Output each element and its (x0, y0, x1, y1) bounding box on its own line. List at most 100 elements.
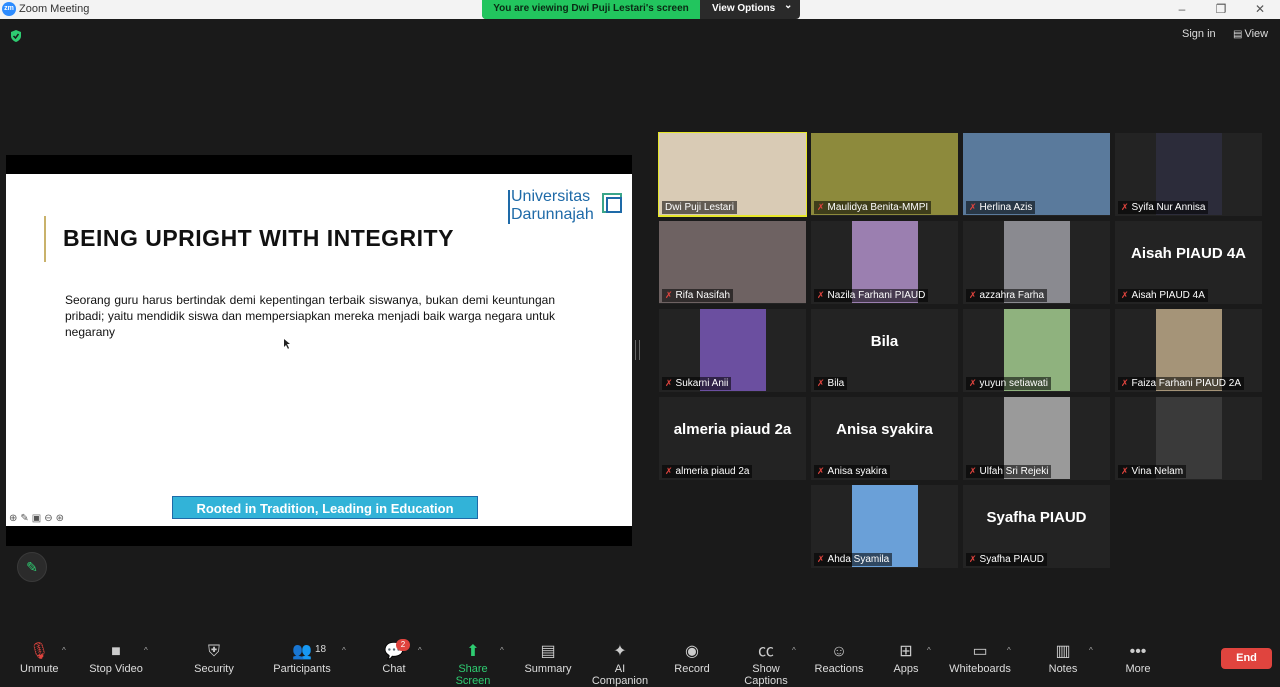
sign-in-link[interactable]: Sign in (1182, 28, 1216, 40)
participant-name: Maulidya Benita-MMPI (827, 202, 929, 213)
mic-muted-icon: ✗ (817, 554, 825, 564)
security-shield-icon: ⛨ (207, 643, 220, 660)
record-icon: ◉ (685, 643, 699, 660)
apps-options-caret[interactable]: ^ (927, 646, 931, 655)
participant-name: Herlina Azis (979, 202, 1033, 213)
split-view-handle[interactable] (635, 340, 640, 360)
participant-tile[interactable]: ✗ Syifa Nur Annisa (1115, 133, 1262, 216)
view-button[interactable]: ▤ View (1233, 28, 1268, 40)
mic-muted-icon: ✗ (817, 378, 825, 388)
reactions-button[interactable]: ☺ Reactions (814, 641, 864, 675)
notes-button[interactable]: ▥ Notes (1046, 641, 1080, 675)
mic-muted-icon: ✗ (817, 466, 825, 476)
participant-tile[interactable]: Aisah PIAUD 4A ✗ Aisah PIAUD 4A (1115, 221, 1262, 304)
ai-companion-button[interactable]: ✦ AI Companion (586, 641, 654, 687)
participant-display-name: Aisah PIAUD 4A (1130, 245, 1247, 262)
participant-tile[interactable]: Bila ✗ Bila (811, 309, 958, 392)
participant-tile[interactable]: ✗ Ulfah Sri Rejeki (963, 397, 1110, 480)
share-screen-button[interactable]: ⬆ Share Screen (440, 641, 506, 687)
shared-screen: BEING UPRIGHT WITH INTEGRITY Seorang gur… (6, 155, 632, 546)
stop-video-label: Stop Video (89, 663, 143, 675)
share-options-caret[interactable]: ^ (500, 646, 504, 655)
participant-name-label: ✗ Rifa Nasifah (662, 289, 734, 302)
apps-button[interactable]: ⊞ Apps (890, 641, 922, 675)
participant-name-label: ✗ Vina Nelam (1118, 465, 1187, 478)
more-dots-icon: ••• (1129, 643, 1147, 660)
reactions-emoji-icon: ☺ (830, 643, 848, 660)
participant-display-name: Bila (870, 333, 899, 350)
stop-video-button[interactable]: ■ Stop Video (88, 641, 144, 675)
title-accent-bar (44, 216, 46, 262)
participant-tile[interactable]: ✗ Herlina Azis (963, 133, 1110, 216)
whiteboards-options-caret[interactable]: ^ (1007, 646, 1011, 655)
participant-name: Anisa syakira (827, 466, 888, 477)
maximize-button[interactable]: ❐ (1207, 1, 1235, 17)
video-options-caret[interactable]: ^ (144, 646, 148, 655)
chevron-down-icon: ⌄ (784, 0, 793, 11)
participant-tile[interactable]: ✗ Rifa Nasifah (659, 221, 806, 304)
participant-tile[interactable]: almeria piaud 2a ✗ almeria piaud 2a (659, 397, 806, 480)
participants-label: Participants (273, 663, 331, 675)
participant-tile[interactable]: Syafha PIAUD ✗ Syafha PIAUD (963, 485, 1110, 568)
minimize-button[interactable]: – (1168, 1, 1196, 17)
participant-tile[interactable]: ✗ Vina Nelam (1115, 397, 1262, 480)
participant-name-label: ✗ Bila (814, 377, 848, 390)
captions-options-caret[interactable]: ^ (792, 646, 796, 655)
participant-tile[interactable]: ✗ yuyun setiawati (963, 309, 1110, 392)
participant-name: Bila (827, 378, 845, 389)
mouse-cursor-icon (284, 339, 290, 349)
layout-view-icon: ▤ (1233, 29, 1243, 40)
close-window-button[interactable]: ✕ (1246, 1, 1274, 17)
screen-share-banner: You are viewing Dwi Puji Lestari's scree… (482, 0, 800, 19)
university-emblem-icon (602, 193, 622, 213)
security-button[interactable]: ⛨ Security (192, 641, 236, 675)
encryption-shield-icon[interactable] (9, 29, 23, 43)
unmute-label: Unmute (20, 663, 59, 675)
chat-options-caret[interactable]: ^ (418, 646, 422, 655)
window-title: Zoom Meeting (19, 3, 90, 15)
mic-muted-icon: ✗ (969, 554, 977, 564)
participant-tile[interactable]: ✗ Faiza Farhani PIAUD 2A (1115, 309, 1262, 392)
participants-options-caret[interactable]: ^ (342, 646, 346, 655)
whiteboards-label: Whiteboards (949, 663, 1011, 675)
mic-muted-icon: ✗ (969, 378, 977, 388)
university-logo: Universitas Darunnajah (508, 188, 622, 224)
notes-options-caret[interactable]: ^ (1089, 646, 1093, 655)
audio-options-caret[interactable]: ^ (62, 646, 66, 655)
ai-companion-label: AI Companion (591, 663, 649, 687)
participant-name-label: ✗ Syifa Nur Annisa (1118, 201, 1209, 214)
participant-name-label: ✗ yuyun setiawati (966, 377, 1051, 390)
security-label: Security (194, 663, 234, 675)
mic-muted-icon: ✗ (665, 466, 673, 476)
participant-name: Faiza Farhani PIAUD 2A (1131, 378, 1242, 389)
participant-name-label: ✗ Faiza Farhani PIAUD 2A (1118, 377, 1245, 390)
unmute-button[interactable]: 🎙 Unmute (20, 641, 59, 675)
participant-tile[interactable]: ✗ azzahra Farha (963, 221, 1110, 304)
summary-doc-icon: ▤ (540, 643, 556, 660)
whiteboard-icon: ▭ (972, 643, 988, 660)
record-button[interactable]: ◉ Record (672, 641, 712, 675)
mic-muted-icon: ✗ (1121, 466, 1129, 476)
participant-tile[interactable]: ✗ Maulidya Benita-MMPI (811, 133, 958, 216)
view-options-button[interactable]: View Options ⌄ (700, 0, 800, 19)
apps-label: Apps (893, 663, 919, 675)
participant-tile[interactable]: ✗ Sukarni Anii (659, 309, 806, 392)
annotate-pencil-icon[interactable]: ✎ (17, 552, 47, 582)
whiteboards-button[interactable]: ▭ Whiteboards (948, 641, 1012, 675)
participant-name-label: ✗ Herlina Azis (966, 201, 1036, 214)
notes-label: Notes (1048, 663, 1078, 675)
mic-muted-icon: ✗ (1121, 378, 1129, 388)
view-options-label: View Options (712, 3, 776, 14)
participant-tile[interactable]: ✗ Nazila Farhani PIAUD (811, 221, 958, 304)
participant-name-label: ✗ almeria piaud 2a (662, 465, 753, 478)
slide-toolbar[interactable]: ⊕✎▣⊖⊛ (9, 513, 67, 524)
participants-count: 18 (315, 644, 327, 655)
end-meeting-button[interactable]: End (1221, 648, 1272, 669)
microphone-muted-icon: 🎙 (28, 643, 50, 660)
participant-tile[interactable]: Dwi Puji Lestari (658, 132, 807, 217)
summary-button[interactable]: ▤ Summary (524, 641, 572, 675)
participant-tile[interactable]: Anisa syakira ✗ Anisa syakira (811, 397, 958, 480)
more-button[interactable]: ••• More (1122, 641, 1154, 675)
participant-tile[interactable]: ✗ Ahda Syamila (811, 485, 958, 568)
more-label: More (1125, 663, 1151, 675)
